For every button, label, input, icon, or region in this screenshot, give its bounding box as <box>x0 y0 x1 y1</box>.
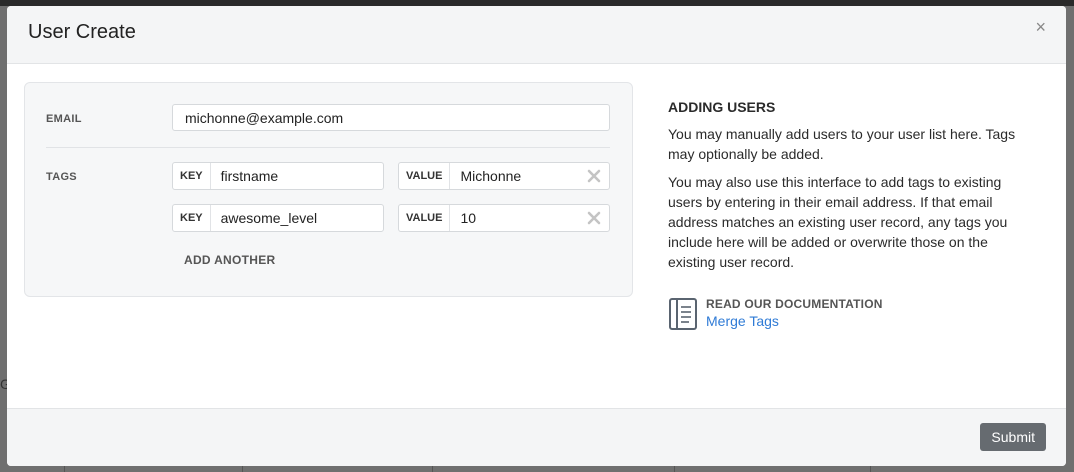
key-prefix-label: KEY <box>173 205 211 231</box>
modal-header: User Create × <box>7 6 1066 64</box>
modal-footer: Submit <box>7 408 1066 466</box>
document-icon <box>668 297 698 331</box>
email-label: EMAIL <box>46 113 82 125</box>
tag-value-input[interactable]: 10 <box>450 210 583 226</box>
user-form: EMAIL michonne@example.com TAGS KEY firs… <box>24 82 633 297</box>
modal-title: User Create <box>28 21 136 43</box>
merge-tags-link[interactable]: Merge Tags <box>706 313 883 329</box>
user-create-modal: User Create × EMAIL michonne@example.com… <box>7 6 1066 466</box>
add-another-button[interactable]: ADD ANOTHER <box>184 253 276 267</box>
tag-key-field[interactable]: KEY firstname <box>172 162 384 190</box>
tag-key-input[interactable]: firstname <box>211 168 383 184</box>
tag-value-field[interactable]: VALUE Michonne <box>398 162 610 190</box>
x-icon[interactable] <box>583 165 605 187</box>
key-prefix-label: KEY <box>173 163 211 189</box>
tag-value-input[interactable]: Michonne <box>450 168 583 184</box>
tags-label: TAGS <box>46 171 77 183</box>
documentation-label: READ OUR DOCUMENTATION <box>706 297 883 311</box>
help-panel: ADDING USERS You may manually add users … <box>668 99 1038 280</box>
close-icon[interactable]: × <box>1035 18 1046 36</box>
tag-key-input[interactable]: awesome_level <box>211 210 383 226</box>
documentation-link-block: READ OUR DOCUMENTATION Merge Tags <box>668 295 883 331</box>
submit-button[interactable]: Submit <box>980 423 1046 451</box>
email-field[interactable]: michonne@example.com <box>172 104 610 131</box>
help-paragraph: You may also use this interface to add t… <box>668 174 1008 270</box>
tag-key-field[interactable]: KEY awesome_level <box>172 204 384 232</box>
tag-value-field[interactable]: VALUE 10 <box>398 204 610 232</box>
value-prefix-label: VALUE <box>399 163 451 189</box>
value-prefix-label: VALUE <box>399 205 451 231</box>
form-divider <box>46 147 610 148</box>
x-icon[interactable] <box>583 207 605 229</box>
help-paragraph: You may manually add users to your user … <box>668 126 1016 162</box>
help-heading: ADDING USERS <box>668 99 776 115</box>
